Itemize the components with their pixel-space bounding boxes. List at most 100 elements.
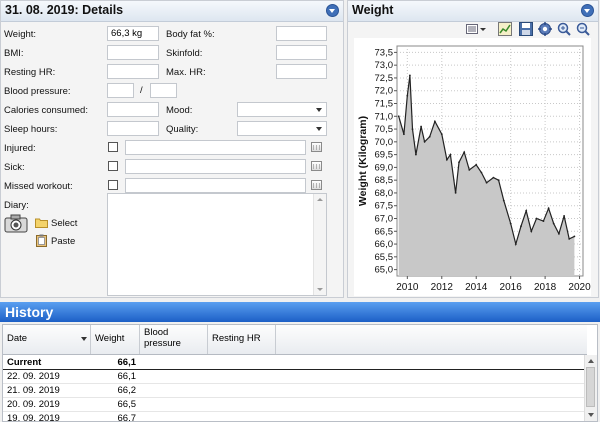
weight-data-point — [403, 133, 405, 136]
column-header-weight[interactable]: Weight — [91, 325, 140, 354]
camera-icon[interactable] — [4, 213, 28, 233]
table-row[interactable]: 19. 09. 2019 66,7 — [3, 412, 587, 422]
settings-icon[interactable] — [538, 22, 552, 36]
column-header-blood-pressure[interactable]: Blood pressure — [140, 325, 208, 354]
injured-label: Injured: — [4, 143, 36, 154]
weight-data-point — [514, 243, 517, 246]
grid-header: Date Weight Blood pressure Resting HR — [3, 325, 587, 355]
table-row[interactable]: 21. 09. 2019 66,2 — [3, 384, 587, 398]
weight-data-point — [558, 232, 560, 235]
chart-icon[interactable] — [498, 22, 512, 36]
chevron-down-icon[interactable] — [313, 122, 326, 135]
collapse-weight-icon[interactable] — [581, 4, 594, 17]
scroll-up-icon[interactable] — [588, 359, 594, 363]
mood-select[interactable] — [237, 102, 327, 117]
weight-field[interactable]: 66,3 kg — [107, 26, 159, 41]
sick-checkbox[interactable] — [108, 161, 118, 171]
history-title: History — [5, 304, 54, 320]
weight-chart: 73,5 73,0 72,5 72,0 71,5 71,0 70,5 70,0 69,5 69,0… — [354, 38, 591, 296]
x-tick-label: 2020 — [568, 282, 591, 293]
details-title: 31. 08. 2019: Details — [5, 3, 124, 17]
zoom-out-icon[interactable] — [576, 22, 590, 36]
calories-field[interactable] — [107, 102, 159, 117]
y-tick-label: 72,5 — [375, 73, 394, 84]
chart-type-icon[interactable] — [465, 22, 479, 36]
save-icon[interactable] — [519, 22, 533, 36]
sleep-field[interactable] — [107, 121, 159, 136]
bp-systolic-field[interactable] — [107, 83, 134, 98]
y-tick-label: 69,5 — [375, 150, 394, 161]
weight-data-point — [458, 161, 460, 164]
weight-title: Weight — [352, 3, 394, 17]
missed-workout-checkbox[interactable] — [108, 180, 118, 190]
table-row[interactable]: 22. 09. 2019 66,1 — [3, 370, 587, 384]
column-header-date-label: Date — [7, 333, 28, 344]
collapse-details-icon[interactable] — [326, 4, 339, 17]
max-hr-label: Max. HR: — [166, 67, 206, 78]
paste-photo-button[interactable]: Paste — [51, 236, 75, 247]
y-tick-label: 72,0 — [375, 86, 394, 97]
zoom-in-icon[interactable] — [557, 22, 571, 36]
injured-checkbox[interactable] — [108, 142, 118, 152]
weight-data-point — [530, 230, 533, 233]
scroll-thumb[interactable] — [586, 367, 595, 407]
clipboard-icon[interactable] — [36, 234, 47, 247]
quality-select[interactable] — [237, 121, 327, 136]
sleep-label: Sleep hours: — [4, 124, 58, 135]
bmi-field[interactable] — [107, 45, 159, 60]
weight-data-point — [525, 209, 528, 212]
folder-icon[interactable] — [35, 217, 48, 228]
weight-data-point — [520, 225, 522, 228]
table-row[interactable]: 20. 09. 2019 66,5 — [3, 398, 587, 412]
calendar-icon[interactable] — [311, 142, 322, 152]
weight-data-point — [468, 169, 471, 171]
weight-data-point — [406, 94, 409, 97]
calendar-icon[interactable] — [311, 180, 322, 190]
y-tick-label: 73,0 — [375, 60, 394, 71]
select-photo-button[interactable]: Select — [51, 218, 77, 229]
scroll-up-icon[interactable] — [317, 198, 323, 201]
weight-data-point — [502, 199, 505, 202]
missed-workout-date-field[interactable] — [125, 178, 306, 193]
column-header-resting-hr[interactable]: Resting HR — [208, 325, 276, 354]
column-header-date[interactable]: Date — [3, 325, 91, 354]
current-row[interactable]: Current 66,1 — [3, 356, 587, 370]
history-scrollbar[interactable] — [584, 355, 597, 421]
weight-data-point — [475, 163, 478, 166]
diary-label: Diary: — [4, 200, 29, 211]
skinfold-field[interactable] — [276, 45, 327, 60]
weight-data-point — [415, 153, 417, 156]
weight-data-point — [411, 128, 414, 130]
bp-diastolic-field[interactable] — [150, 83, 177, 98]
history-grid: Date Weight Blood pressure Resting HR Cu… — [2, 324, 598, 422]
row-date: 21. 09. 2019 — [7, 385, 60, 396]
missed-workout-label: Missed workout: — [4, 181, 73, 192]
weight-data-point — [573, 235, 576, 238]
column-header-weight-label: Weight — [95, 333, 125, 344]
weight-data-point — [423, 140, 426, 143]
diary-textarea[interactable] — [107, 193, 327, 296]
injured-date-field[interactable] — [125, 140, 306, 155]
chevron-down-icon[interactable] — [313, 103, 326, 116]
row-date: 19. 09. 2019 — [7, 413, 60, 422]
calendar-icon[interactable] — [311, 161, 322, 171]
weight-data-point — [535, 217, 538, 220]
diary-scrollbar[interactable] — [313, 194, 326, 295]
row-weight: 66,1 — [117, 371, 137, 382]
body-fat-field[interactable] — [276, 26, 327, 41]
weight-data-point — [397, 115, 400, 118]
chevron-down-icon[interactable] — [479, 22, 493, 36]
scroll-down-icon[interactable] — [317, 288, 323, 291]
max-hr-field[interactable] — [276, 64, 327, 79]
row-weight: 66,7 — [117, 413, 137, 422]
resting-hr-field[interactable] — [107, 64, 159, 79]
sick-date-field[interactable] — [125, 159, 306, 174]
row-weight: 66,5 — [117, 399, 137, 410]
weight-data-point — [509, 222, 512, 225]
scroll-down-icon[interactable] — [588, 413, 594, 417]
y-tick-label: 68,5 — [375, 175, 394, 186]
resting-hr-label: Resting HR: — [4, 67, 56, 78]
weight-data-point — [485, 181, 488, 184]
y-tick-label: 66,5 — [375, 226, 394, 237]
y-tick-label: 70,5 — [375, 124, 394, 135]
